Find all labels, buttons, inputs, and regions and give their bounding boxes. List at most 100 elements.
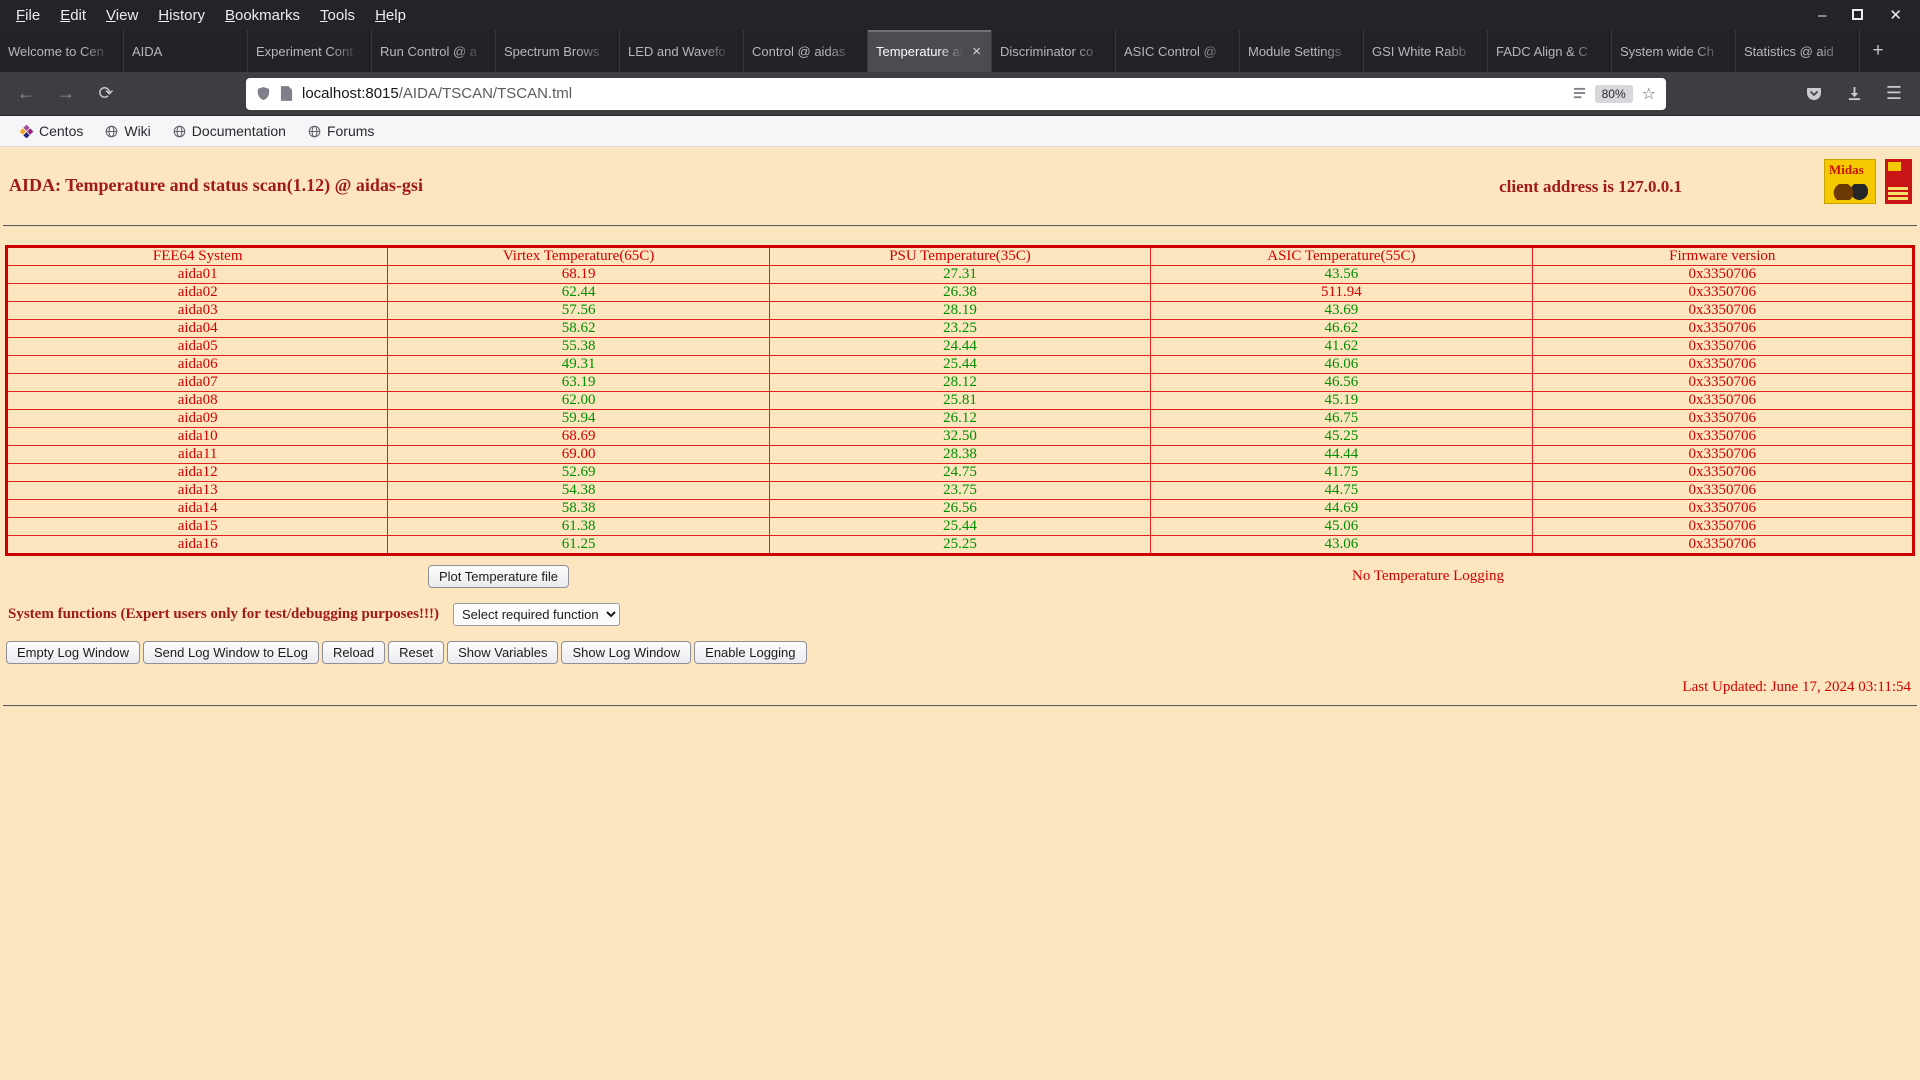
- tab-0[interactable]: Welcome to Cen: [0, 30, 124, 72]
- action-button-reset[interactable]: Reset: [388, 641, 445, 664]
- tab-4[interactable]: Spectrum Brows: [496, 30, 620, 72]
- menu-edit[interactable]: Edit: [50, 3, 96, 28]
- tab-9[interactable]: ASIC Control @: [1116, 30, 1240, 72]
- menu-bookmarks[interactable]: Bookmarks: [215, 3, 310, 28]
- bookmark-centos[interactable]: Centos: [10, 116, 93, 146]
- client-address: client address is 127.0.0.1: [1499, 177, 1682, 196]
- globe-icon: [105, 125, 118, 138]
- tab-13[interactable]: System wide Ch: [1612, 30, 1736, 72]
- cell-asic: 44.69: [1150, 499, 1533, 518]
- cell-asic: 46.06: [1150, 355, 1533, 374]
- cell-firmware: 0x3350706: [1531, 391, 1915, 410]
- cell-virtex: 58.62: [387, 319, 770, 338]
- tab-2[interactable]: Experiment Cont: [248, 30, 372, 72]
- url-bar[interactable]: localhost:8015/AIDA/TSCAN/TSCAN.tml 80% …: [246, 77, 1666, 110]
- window-minimize-button[interactable]: –: [1818, 8, 1826, 23]
- tab-5[interactable]: LED and Wavefo: [620, 30, 744, 72]
- reload-button[interactable]: ⟳: [94, 83, 118, 104]
- cell-psu: 23.75: [768, 481, 1152, 500]
- tab-6[interactable]: Control @ aidas: [744, 30, 868, 72]
- site-info-icon[interactable]: [280, 86, 293, 101]
- table-row: aida05 55.38 24.44 41.62 0x3350706: [5, 337, 1915, 356]
- pocket-icon[interactable]: [1802, 86, 1826, 102]
- cell-virtex: 62.00: [387, 391, 770, 410]
- menu-help[interactable]: Help: [365, 3, 416, 28]
- temperature-table-body: aida01 68.19 27.31 43.56 0x3350706 aida02 62.4…: [5, 265, 1915, 555]
- cell-firmware: 0x3350706: [1531, 265, 1915, 284]
- tab-strip: Welcome to Cen AIDA Experiment Cont Run Con…: [0, 30, 1860, 72]
- action-button-reload[interactable]: Reload: [321, 641, 386, 664]
- col-header-psu: PSU Temperature(35C): [768, 246, 1152, 266]
- cell-name: aida14: [5, 499, 389, 518]
- table-row: aida12 52.69 24.75 41.75 0x3350706: [5, 463, 1915, 482]
- centos-icon: [20, 124, 33, 138]
- forward-button[interactable]: →: [54, 83, 78, 104]
- cell-asic: 45.19: [1150, 391, 1533, 410]
- action-button-show-variables[interactable]: Show Variables: [447, 641, 559, 664]
- plot-row: Plot Temperature file No Temperature Log…: [0, 565, 1920, 591]
- window-close-button[interactable]: ✕: [1889, 8, 1902, 23]
- tab-12[interactable]: FADC Align & C: [1488, 30, 1612, 72]
- bookmark-star-icon[interactable]: ☆: [1642, 84, 1656, 104]
- tab-7[interactable]: Temperature an ×: [868, 30, 992, 72]
- cell-virtex: 59.94: [387, 409, 770, 428]
- table-row: aida01 68.19 27.31 43.56 0x3350706: [5, 265, 1915, 284]
- cell-psu: 28.12: [768, 373, 1152, 392]
- bookmark-wiki[interactable]: Wiki: [95, 116, 160, 146]
- cell-psu: 26.56: [768, 499, 1152, 518]
- action-button-enable-logging[interactable]: Enable Logging: [694, 641, 807, 664]
- new-tab-button[interactable]: +: [1860, 30, 1896, 72]
- cell-asic: 43.56: [1150, 265, 1533, 284]
- bookmarks-bar: Centos Wiki Documentation Forums: [0, 116, 1920, 147]
- tab-3[interactable]: Run Control @ a: [372, 30, 496, 72]
- tab-14[interactable]: Statistics @ aid: [1736, 30, 1860, 72]
- cell-asic: 45.25: [1150, 427, 1533, 446]
- cell-firmware: 0x3350706: [1531, 499, 1915, 518]
- reader-mode-icon[interactable]: [1573, 87, 1586, 100]
- bookmark-forums[interactable]: Forums: [298, 116, 384, 146]
- menu-items: File Edit View History Bookmarks Tools Help: [6, 0, 416, 30]
- globe-icon: [173, 125, 186, 138]
- last-updated: Last Updated: June 17, 2024 03:11:54: [1682, 679, 1911, 695]
- tab-1[interactable]: AIDA: [124, 30, 248, 72]
- function-select[interactable]: Select required function: [452, 603, 620, 626]
- midas-logo: Midas: [1824, 159, 1876, 204]
- plot-temperature-button[interactable]: Plot Temperature file: [428, 565, 569, 588]
- tab-close-icon[interactable]: ×: [970, 43, 983, 60]
- action-buttons-row: Empty Log Window Send Log Window to ELog R…: [0, 641, 1920, 664]
- menu-bar: File Edit View History Bookmarks Tools Help – …: [0, 0, 1920, 30]
- cell-psu: 25.81: [768, 391, 1152, 410]
- cell-psu: 24.75: [768, 463, 1152, 482]
- menu-view[interactable]: View: [96, 3, 148, 28]
- page-content: AIDA: Temperature and status scan(1.12) …: [0, 147, 1920, 1080]
- cell-asic: 45.06: [1150, 517, 1533, 536]
- zoom-level-badge[interactable]: 80%: [1594, 84, 1633, 103]
- action-button-show-log-window[interactable]: Show Log Window: [561, 641, 692, 664]
- table-row: aida02 62.44 26.38 511.94 0x3350706: [5, 283, 1915, 302]
- tab-title: Experiment Cont: [256, 43, 353, 59]
- cell-firmware: 0x3350706: [1531, 409, 1915, 428]
- action-button-empty-log-window[interactable]: Empty Log Window: [6, 641, 140, 664]
- tab-11[interactable]: GSI White Rabb: [1364, 30, 1488, 72]
- menu-history[interactable]: History: [148, 3, 215, 28]
- back-button[interactable]: ←: [14, 83, 38, 104]
- menu-tools[interactable]: Tools: [310, 3, 365, 28]
- menu-file[interactable]: File: [6, 3, 50, 28]
- window-maximize-button[interactable]: [1852, 8, 1864, 23]
- download-icon[interactable]: [1842, 86, 1866, 101]
- tab-10[interactable]: Module Settings: [1240, 30, 1364, 72]
- cell-virtex: 58.38: [387, 499, 770, 518]
- cell-name: aida12: [5, 463, 389, 482]
- cell-name: aida01: [5, 265, 389, 284]
- table-row: aida10 68.69 32.50 45.25 0x3350706: [5, 427, 1915, 446]
- tab-8[interactable]: Discriminator co: [992, 30, 1116, 72]
- cell-firmware: 0x3350706: [1531, 535, 1915, 555]
- bookmark-documentation[interactable]: Documentation: [163, 116, 296, 146]
- cell-virtex: 63.19: [387, 373, 770, 392]
- tab-title: AIDA: [132, 43, 163, 59]
- action-button-send-log-window-to-elog[interactable]: Send Log Window to ELog: [143, 641, 319, 664]
- hamburger-menu-icon[interactable]: ☰: [1882, 83, 1906, 104]
- tracking-shield-icon[interactable]: [256, 86, 271, 101]
- cell-name: aida15: [5, 517, 389, 536]
- cell-name: aida09: [5, 409, 389, 428]
